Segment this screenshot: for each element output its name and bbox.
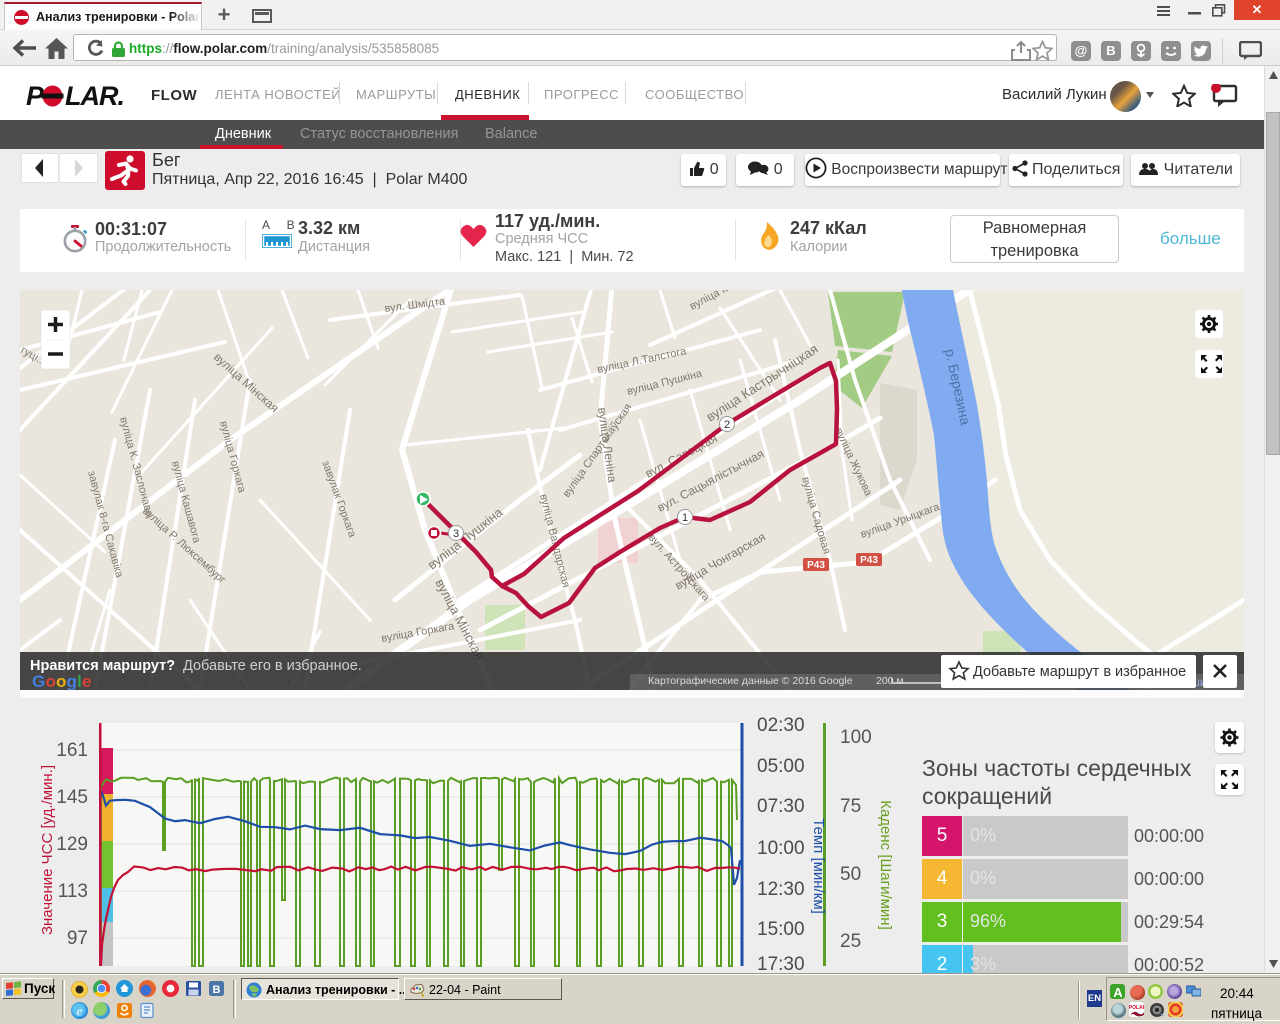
- svg-text:100: 100: [840, 727, 872, 748]
- svg-text:10:00: 10:00: [757, 838, 805, 859]
- svg-text:g: g: [67, 672, 77, 690]
- svg-text:POLAR: POLAR: [1129, 1005, 1144, 1011]
- svg-text:161: 161: [56, 740, 88, 761]
- svg-text:P43: P43: [860, 555, 878, 566]
- svg-text:200 м: 200 м: [876, 675, 904, 687]
- svg-text:Значение ЧСС [уд./мин.]: Значение ЧСС [уд./мин.]: [39, 765, 56, 935]
- svg-text:Картографические данные © 2016: Картографические данные © 2016 Google: [648, 675, 853, 687]
- svg-text:75: 75: [840, 796, 861, 817]
- svg-text:07:30: 07:30: [757, 796, 805, 817]
- svg-text:15:00: 15:00: [757, 919, 805, 940]
- svg-text:Добавьте его в избранное.: Добавьте его в избранное.: [183, 658, 362, 674]
- svg-text:o: o: [56, 672, 66, 690]
- svg-text:05:00: 05:00: [757, 756, 805, 777]
- svg-text:97: 97: [67, 928, 88, 949]
- svg-text:B: B: [213, 984, 221, 996]
- svg-text:2: 2: [724, 419, 730, 431]
- svg-text:1: 1: [682, 512, 688, 524]
- svg-text:A: A: [1113, 985, 1123, 999]
- svg-text:17:30: 17:30: [757, 954, 805, 970]
- svg-text:LAR.: LAR.: [65, 83, 124, 109]
- svg-text:12:30: 12:30: [757, 879, 805, 900]
- svg-text:129: 129: [56, 834, 88, 855]
- svg-text:113: 113: [58, 881, 88, 902]
- svg-text:02:30: 02:30: [757, 715, 805, 736]
- svg-text:Темп [мин/км]: Темп [мин/км]: [810, 818, 827, 914]
- svg-text:o: o: [46, 672, 56, 690]
- svg-text:145: 145: [56, 787, 88, 808]
- svg-text:Добавьте маршрут в избранное: Добавьте маршрут в избранное: [973, 664, 1186, 680]
- svg-text:50: 50: [840, 864, 861, 885]
- svg-text:25: 25: [840, 931, 861, 952]
- svg-text:P43: P43: [807, 560, 825, 571]
- svg-text:G: G: [32, 672, 45, 690]
- svg-text:e: e: [82, 672, 91, 690]
- svg-text:Каденс [Шаги/мин]: Каденс [Шаги/мин]: [877, 800, 894, 930]
- svg-text:e: e: [76, 1005, 82, 1020]
- svg-text:3: 3: [453, 528, 459, 540]
